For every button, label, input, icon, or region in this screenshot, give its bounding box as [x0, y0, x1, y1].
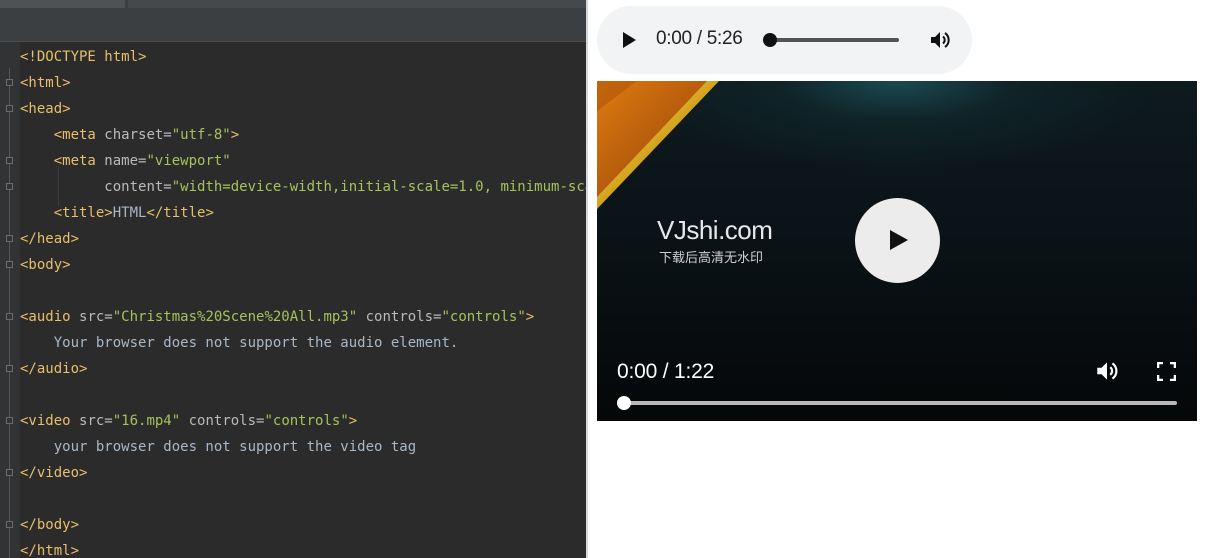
- code-line[interactable]: <meta charset="utf-8">: [0, 122, 586, 148]
- code-line[interactable]: </audio>: [0, 356, 586, 382]
- audio-time: 0:00 / 5:26: [656, 28, 743, 49]
- volume-icon[interactable]: [1094, 358, 1120, 384]
- code-token: <meta: [53, 127, 105, 143]
- code-line[interactable]: <head>: [0, 96, 586, 122]
- code-token: <video: [20, 413, 80, 429]
- code-token: "controls": [441, 309, 526, 325]
- editor-tab[interactable]: [0, 0, 125, 8]
- code-token: <html>: [20, 75, 71, 91]
- code-line[interactable]: Your browser does not support the audio …: [0, 330, 586, 356]
- video-time: 0:00 / 1:22: [617, 360, 715, 383]
- editor-tab-bar: [0, 0, 586, 42]
- video-player[interactable]: VJshi.com 下载后高清无水印 0:00 / 1:22: [597, 81, 1197, 421]
- code-line[interactable]: </body>: [0, 512, 586, 538]
- code-token: "16.mp4": [112, 413, 181, 429]
- code-line[interactable]: <html>: [0, 70, 586, 96]
- code-token: </video>: [20, 465, 88, 481]
- code-token: charset=: [104, 127, 172, 143]
- audio-seek-thumb[interactable]: [763, 33, 777, 47]
- code-token: HTML: [112, 205, 147, 221]
- code-line[interactable]: </head>: [0, 226, 586, 252]
- pane-divider[interactable]: [586, 0, 588, 558]
- code-token: name=: [104, 153, 147, 169]
- code-line[interactable]: [0, 486, 586, 512]
- code-token: </title>: [146, 205, 214, 221]
- code-token: <meta: [53, 153, 105, 169]
- code-token: >: [525, 309, 535, 325]
- code-editor[interactable]: <!DOCTYPE html> <html> <head> <meta charse…: [0, 0, 586, 558]
- code-token: content=: [104, 179, 172, 195]
- editor-tab[interactable]: [128, 0, 586, 8]
- code-token: </body>: [20, 517, 80, 533]
- code-token: controls=: [357, 309, 442, 325]
- code-token: "utf-8": [171, 127, 231, 143]
- code-token: <body>: [20, 257, 71, 273]
- code-lines[interactable]: <!DOCTYPE html> <html> <head> <meta charse…: [0, 44, 586, 558]
- code-token: "viewport": [146, 153, 231, 169]
- code-line[interactable]: [0, 382, 586, 408]
- code-token: <head>: [20, 101, 71, 117]
- code-token: </html>: [20, 543, 80, 558]
- code-token: src=: [79, 413, 113, 429]
- code-token: "Christmas%20Scene%20All.mp3": [112, 309, 358, 325]
- code-token: src=: [79, 309, 113, 325]
- code-token: >: [230, 127, 240, 143]
- code-token: </audio>: [20, 361, 88, 377]
- audio-seek-bar[interactable]: [767, 38, 899, 42]
- video-seek-bar[interactable]: [621, 401, 1177, 405]
- code-token: <title>: [53, 205, 113, 221]
- code-line[interactable]: </html>: [0, 538, 586, 558]
- code-line[interactable]: <video src="16.mp4" controls="controls">: [0, 408, 586, 434]
- code-token: >: [348, 413, 358, 429]
- code-token: <audio: [20, 309, 80, 325]
- code-line[interactable]: [0, 278, 586, 304]
- watermark-title: VJshi.com: [657, 215, 773, 245]
- code-token: "width=device-width,initial-scale=1.0, m…: [171, 179, 586, 195]
- code-token: "controls": [264, 413, 349, 429]
- code-line[interactable]: <audio src="Christmas%20Scene%20All.mp3"…: [0, 304, 586, 330]
- audio-player: 0:00 / 5:26: [597, 6, 972, 74]
- code-line[interactable]: <meta name="viewport": [0, 148, 586, 174]
- video-seek-thumb[interactable]: [617, 396, 631, 410]
- code-token: <!DOCTYPE html>: [20, 49, 147, 65]
- big-play-icon[interactable]: [855, 198, 940, 283]
- code-line[interactable]: <!DOCTYPE html>: [0, 44, 586, 70]
- code-line[interactable]: your browser does not support the video …: [0, 434, 586, 460]
- play-icon[interactable]: [623, 32, 636, 48]
- code-line[interactable]: <title>HTML</title>: [0, 200, 586, 226]
- volume-icon[interactable]: [928, 28, 952, 52]
- code-line[interactable]: content="width=device-width,initial-scal…: [0, 174, 586, 200]
- code-line[interactable]: </video>: [0, 460, 586, 486]
- code-token: your browser does not support the video …: [53, 439, 417, 455]
- fullscreen-icon[interactable]: [1157, 362, 1176, 381]
- code-token: controls=: [180, 413, 265, 429]
- code-token: </head>: [20, 231, 80, 247]
- code-line[interactable]: <body>: [0, 252, 586, 278]
- watermark-subtitle: 下载后高清无水印: [659, 250, 764, 265]
- code-token: Your browser does not support the audio …: [53, 335, 459, 351]
